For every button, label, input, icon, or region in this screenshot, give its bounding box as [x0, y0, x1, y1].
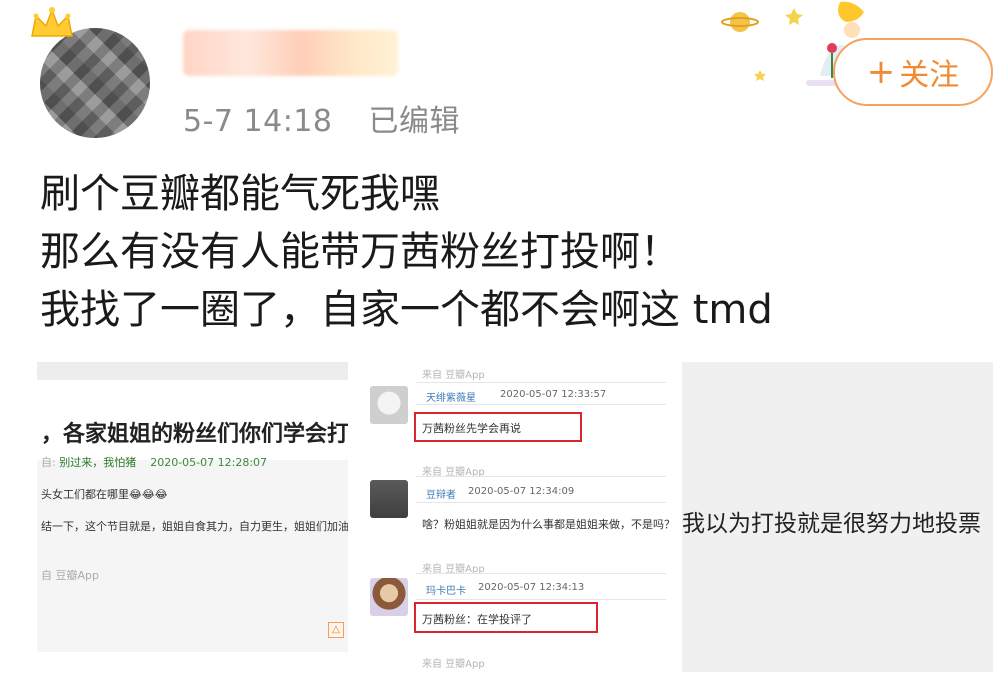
image1-source: 自 豆瓣App	[41, 569, 99, 582]
post-image-3[interactable]: 我以为打投就是很努力地投票	[682, 362, 993, 672]
follow-label: 关注	[899, 58, 960, 93]
post-line: 那么有没有人能带万茜粉丝打投啊！	[40, 229, 680, 275]
username[interactable]	[183, 30, 398, 76]
comment-nick[interactable]: 天绯紫薇星	[426, 389, 476, 404]
post-image-1[interactable]: ，各家姐姐的粉丝们你们学会打投了 自: 别过来，我怕猪2020-05-07 12…	[37, 362, 348, 652]
post-line: 刷个豆瓣都能气死我嘿	[40, 171, 440, 217]
edited-label: 已编辑	[368, 104, 460, 139]
image3-text: 我以为打投就是很努力地投票	[682, 511, 981, 537]
post-image-2[interactable]: 来自 豆瓣App 天绯紫薇星 2020-05-07 12:33:57 万茜粉丝先…	[360, 362, 672, 672]
image1-author-line: 自: 别过来，我怕猪 2020-05-07 12:28:07	[41, 456, 268, 469]
warning-icon: △	[328, 622, 344, 638]
image2-top-source: 来自 豆瓣App	[422, 370, 485, 381]
commenter-avatar	[370, 480, 408, 518]
comment-nick[interactable]: 玛卡巴卡	[426, 582, 466, 597]
post-meta: 5-7 14:18 已编辑	[183, 96, 460, 140]
image1-line1: 头女工们都在哪里😂😂😂	[41, 488, 168, 501]
avatar[interactable]	[40, 28, 150, 138]
comment-nick[interactable]: 豆辩者	[426, 486, 456, 501]
commenter-avatar	[370, 578, 408, 616]
comment-text: 万茜粉丝：在学投评了	[422, 613, 532, 626]
image1-line2: 结一下，这个节目就是，姐姐自食其力，自力更生，姐姐们加油！	[41, 520, 348, 533]
follow-button[interactable]: + 关注	[833, 38, 993, 106]
comment-source: 来自 豆瓣App	[422, 659, 485, 670]
comment-time: 2020-05-07 12:33:57	[500, 389, 607, 400]
comment-time: 2020-05-07 12:34:13	[478, 582, 585, 593]
post-line: 我找了一圈了，自家一个都不会啊这 tmd	[40, 287, 773, 333]
comment-text: 万茜粉丝先学会再说	[422, 422, 521, 435]
post-text: 刷个豆瓣都能气死我嘿 那么有没有人能带万茜粉丝打投啊！ 我找了一圈了，自家一个都…	[40, 165, 773, 339]
comment-text: 啥？粉姐姐就是因为什么事都是姐姐来做，不是吗？	[422, 518, 672, 531]
commenter-avatar	[370, 386, 408, 424]
comment-time: 2020-05-07 12:34:09	[468, 486, 575, 497]
crown-icon	[31, 7, 73, 37]
image1-title: ，各家姐姐的粉丝们你们学会打投了	[37, 410, 348, 460]
post-time: 5-7 14:18	[183, 104, 333, 139]
plus-icon: +	[866, 52, 896, 92]
